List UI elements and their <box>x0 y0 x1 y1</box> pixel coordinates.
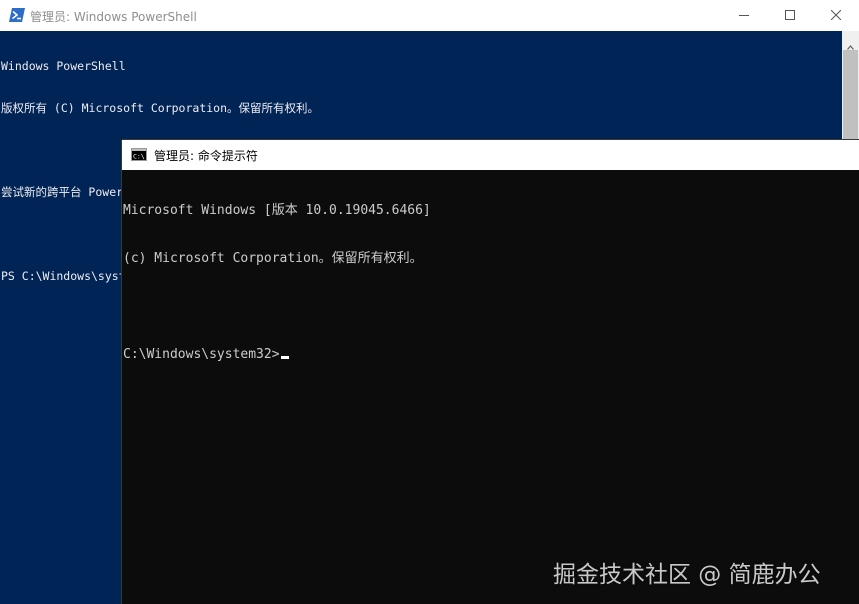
console-prompt-line: C:\Windows\system32> <box>123 347 431 363</box>
powershell-title: 管理员: Windows PowerShell <box>30 10 197 24</box>
watermark: 掘金技术社区 @ 简鹿办公 <box>553 562 821 588</box>
maximize-button[interactable] <box>767 0 813 31</box>
console-line: 版权所有 (C) Microsoft Corporation。保留所有权利。 <box>1 101 320 115</box>
close-button[interactable] <box>813 0 859 31</box>
minimize-icon <box>739 9 749 23</box>
text-cursor <box>280 356 289 359</box>
scrollbar-thumb[interactable] <box>843 50 858 143</box>
svg-text:C:\: C:\ <box>133 153 145 161</box>
cmd-console-output[interactable]: Microsoft Windows [版本 10.0.19045.6466] (… <box>123 171 431 395</box>
vertical-scrollbar[interactable] <box>842 31 859 143</box>
cmd-icon: C:\ <box>131 148 147 161</box>
cmd-window[interactable]: C:\ 管理员: 命令提示符 Microsoft Windows [版本 10.… <box>122 140 859 604</box>
minimize-button[interactable] <box>721 0 767 31</box>
console-line: (c) Microsoft Corporation。保留所有权利。 <box>123 251 423 266</box>
maximize-icon <box>785 9 795 23</box>
console-prompt: C:\Windows\system32> <box>123 347 280 362</box>
console-line: Microsoft Windows [版本 10.0.19045.6466] <box>123 203 431 218</box>
cmd-title: 管理员: 命令提示符 <box>154 149 258 163</box>
powershell-titlebar[interactable]: 管理员: Windows PowerShell <box>0 0 859 31</box>
console-line: Windows PowerShell <box>1 59 126 73</box>
cmd-titlebar[interactable]: C:\ 管理员: 命令提示符 <box>122 140 859 170</box>
powershell-icon <box>9 8 25 22</box>
close-icon <box>830 9 842 23</box>
